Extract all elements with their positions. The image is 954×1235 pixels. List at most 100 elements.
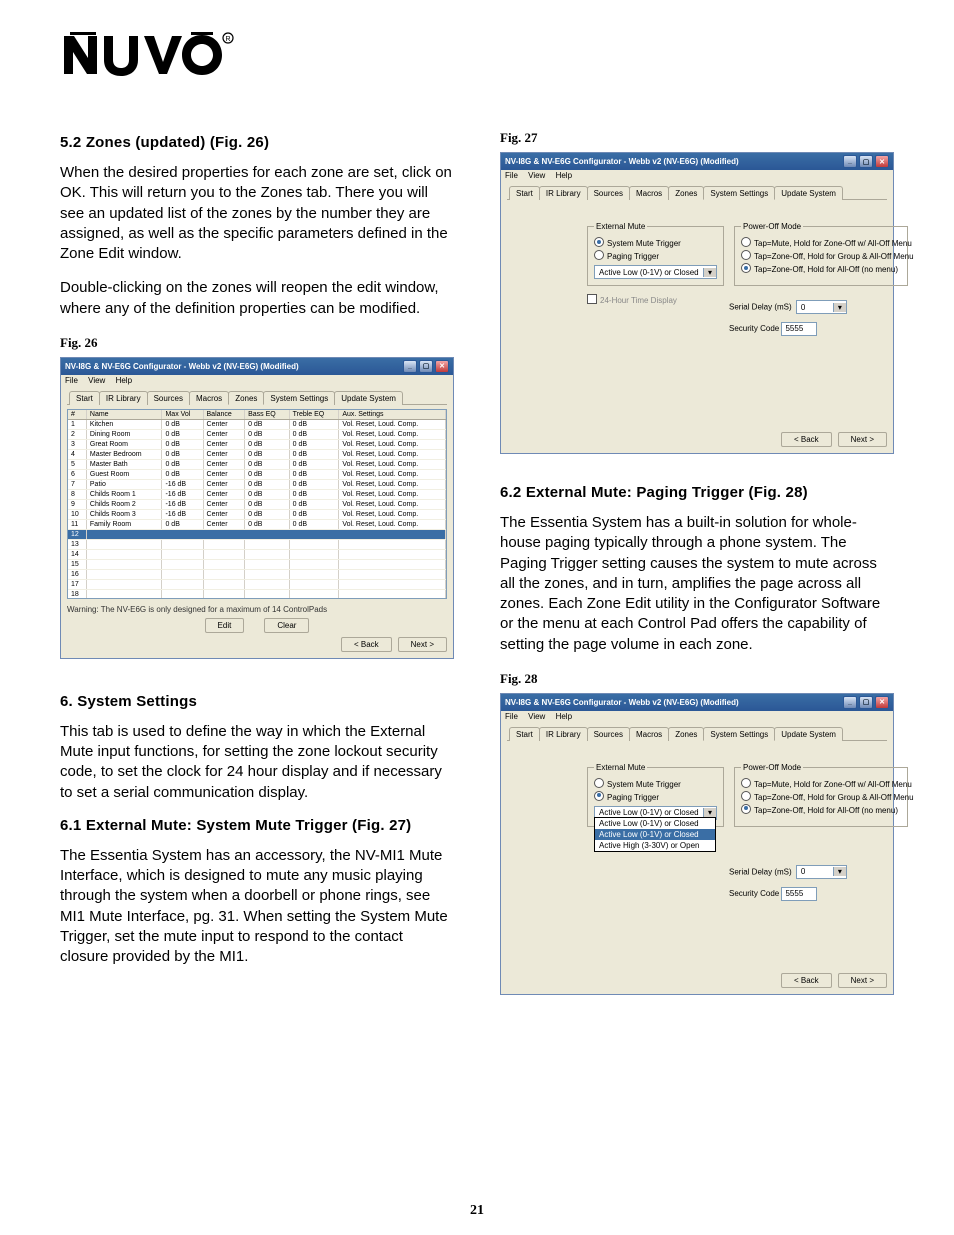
para-6-1: The Essentia System has an accessory, th… — [60, 846, 454, 968]
mute-mode-combo[interactable]: Active Low (0-1V) or Closed▾ Active Low … — [594, 804, 717, 820]
minimize-icon[interactable]: _ — [843, 155, 857, 168]
table-row[interactable]: 3Great Room0 dBCenter0 dB0 dBVol. Reset,… — [68, 439, 446, 449]
table-row[interactable]: 1Kitchen0 dBCenter0 dB0 dBVol. Reset, Lo… — [68, 419, 446, 429]
tab-system-settings[interactable]: System Settings — [263, 391, 335, 405]
close-icon[interactable]: ✕ — [875, 696, 889, 709]
table-header: Name — [86, 410, 162, 420]
maximize-icon[interactable]: ▢ — [859, 696, 873, 709]
maximize-icon[interactable]: ▢ — [859, 155, 873, 168]
table-row[interactable]: 7Patio-16 dBCenter0 dB0 dBVol. Reset, Lo… — [68, 479, 446, 489]
menu-file: File — [65, 376, 78, 385]
tab-ir-library[interactable]: IR Library — [539, 186, 588, 200]
tab-system-settings[interactable]: System Settings — [703, 727, 775, 741]
tab-update-system[interactable]: Update System — [334, 391, 403, 405]
tab-update-system[interactable]: Update System — [774, 186, 843, 200]
system-mute-radio[interactable]: System Mute Trigger — [594, 237, 717, 248]
minimize-icon[interactable]: _ — [403, 360, 417, 373]
table-row[interactable]: 4Master Bedroom0 dBCenter0 dB0 dBVol. Re… — [68, 449, 446, 459]
serial-delay-combo[interactable]: 0▾ — [796, 300, 847, 314]
table-row[interactable]: 16 — [68, 569, 446, 579]
time-display-checkbox[interactable]: 24-Hour Time Display — [587, 294, 719, 305]
window-title: NV-I8G & NV-E6G Configurator - Webb v2 (… — [65, 362, 299, 371]
next-button[interactable]: Next > — [838, 973, 887, 988]
fig27-window: NV-I8G & NV-E6G Configurator - Webb v2 (… — [500, 152, 894, 454]
heading-6-2: 6.2 External Mute: Paging Trigger (Fig. … — [500, 484, 894, 501]
mute-mode-options[interactable]: Active Low (0-1V) or Closed Active Low (… — [594, 817, 716, 852]
table-row[interactable]: 13 — [68, 539, 446, 549]
fig27-caption: Fig. 27 — [500, 130, 894, 146]
tab-start[interactable]: Start — [509, 727, 540, 741]
power-opt1-radio[interactable]: Tap=Mute, Hold for Zone-Off w/ All-Off M… — [741, 237, 901, 248]
back-button[interactable]: < Back — [781, 432, 832, 447]
tab-sources[interactable]: Sources — [147, 391, 190, 405]
fig26-caption: Fig. 26 — [60, 335, 454, 351]
serial-delay-combo[interactable]: 0▾ — [796, 865, 847, 879]
tab-system-settings[interactable]: System Settings — [703, 186, 775, 200]
tab-update-system[interactable]: Update System — [774, 727, 843, 741]
para-6-2: The Essentia System has a built-in solut… — [500, 513, 894, 655]
warning-text: Warning: The NV-E6G is only designed for… — [67, 603, 447, 616]
tab-zones[interactable]: Zones — [668, 727, 704, 741]
tab-sources[interactable]: Sources — [587, 727, 630, 741]
next-button[interactable]: Next > — [398, 637, 447, 652]
power-opt3-radio[interactable]: Tap=Zone-Off, Hold for All-Off (no menu) — [741, 263, 901, 274]
security-code-input[interactable]: 5555 — [781, 322, 817, 336]
table-row[interactable]: 8Childs Room 1-16 dBCenter0 dB0 dBVol. R… — [68, 489, 446, 499]
window-title: NV-I8G & NV-E6G Configurator - Webb v2 (… — [505, 157, 739, 166]
menubar[interactable]: File View Help — [61, 375, 453, 386]
page-number: 21 — [0, 1203, 954, 1219]
table-header: Bass EQ — [245, 410, 290, 420]
table-row[interactable]: 18 — [68, 589, 446, 599]
menubar[interactable]: File View Help — [501, 711, 893, 722]
table-row[interactable]: 9Childs Room 2-16 dBCenter0 dB0 dBVol. R… — [68, 499, 446, 509]
maximize-icon[interactable]: ▢ — [419, 360, 433, 373]
table-row[interactable]: 17 — [68, 579, 446, 589]
back-button[interactable]: < Back — [341, 637, 392, 652]
tab-start[interactable]: Start — [509, 186, 540, 200]
table-row[interactable]: 10Childs Room 3-16 dBCenter0 dB0 dBVol. … — [68, 509, 446, 519]
power-opt1-radio[interactable]: Tap=Mute, Hold for Zone-Off w/ All-Off M… — [741, 778, 901, 789]
close-icon[interactable]: ✕ — [435, 360, 449, 373]
power-opt2-radio[interactable]: Tap=Zone-Off, Hold for Group & All-Off M… — [741, 791, 901, 802]
chevron-down-icon: ▾ — [703, 268, 716, 277]
tab-ir-library[interactable]: IR Library — [539, 727, 588, 741]
tab-zones[interactable]: Zones — [228, 391, 264, 405]
back-button[interactable]: < Back — [781, 973, 832, 988]
security-code-input[interactable]: 5555 — [781, 887, 817, 901]
paging-trigger-radio[interactable]: Paging Trigger — [594, 250, 717, 261]
clear-button[interactable]: Clear — [264, 618, 309, 633]
menu-file: File — [505, 171, 518, 180]
tab-macros[interactable]: Macros — [629, 727, 669, 741]
menubar[interactable]: File View Help — [501, 170, 893, 181]
power-opt3-radio[interactable]: Tap=Zone-Off, Hold for All-Off (no menu) — [741, 804, 901, 815]
paging-trigger-radio[interactable]: Paging Trigger — [594, 791, 717, 802]
table-row[interactable]: 12 — [68, 529, 446, 539]
table-row[interactable]: 11Family Room0 dBCenter0 dB0 dBVol. Rese… — [68, 519, 446, 529]
tab-sources[interactable]: Sources — [587, 186, 630, 200]
table-header: # — [68, 410, 86, 420]
tab-ir-library[interactable]: IR Library — [99, 391, 148, 405]
tab-macros[interactable]: Macros — [189, 391, 229, 405]
close-icon[interactable]: ✕ — [875, 155, 889, 168]
edit-button[interactable]: Edit — [205, 618, 245, 633]
serial-delay-label: Serial Delay (mS) 0▾ — [729, 298, 847, 314]
tab-zones[interactable]: Zones — [668, 186, 704, 200]
para-6: This tab is used to define the way in wh… — [60, 722, 454, 803]
table-row[interactable]: 6Guest Room0 dBCenter0 dB0 dBVol. Reset,… — [68, 469, 446, 479]
minimize-icon[interactable]: _ — [843, 696, 857, 709]
next-button[interactable]: Next > — [838, 432, 887, 447]
system-mute-radio[interactable]: System Mute Trigger — [594, 778, 717, 789]
table-row[interactable]: 2Dining Room0 dBCenter0 dB0 dBVol. Reset… — [68, 429, 446, 439]
tab-start[interactable]: Start — [69, 391, 100, 405]
menu-view: View — [88, 376, 105, 385]
power-opt2-radio[interactable]: Tap=Zone-Off, Hold for Group & All-Off M… — [741, 250, 901, 261]
table-header: Aux. Settings — [339, 410, 446, 420]
zones-table[interactable]: #NameMax VolBalanceBass EQTreble EQAux. … — [67, 409, 447, 599]
para-5-2b: Double-clicking on the zones will reopen… — [60, 278, 454, 319]
chevron-down-icon: ▾ — [833, 867, 846, 876]
mute-mode-combo[interactable]: Active Low (0-1V) or Closed▾ — [594, 265, 717, 279]
table-row[interactable]: 5Master Bath0 dBCenter0 dB0 dBVol. Reset… — [68, 459, 446, 469]
table-row[interactable]: 15 — [68, 559, 446, 569]
tab-macros[interactable]: Macros — [629, 186, 669, 200]
table-row[interactable]: 14 — [68, 549, 446, 559]
